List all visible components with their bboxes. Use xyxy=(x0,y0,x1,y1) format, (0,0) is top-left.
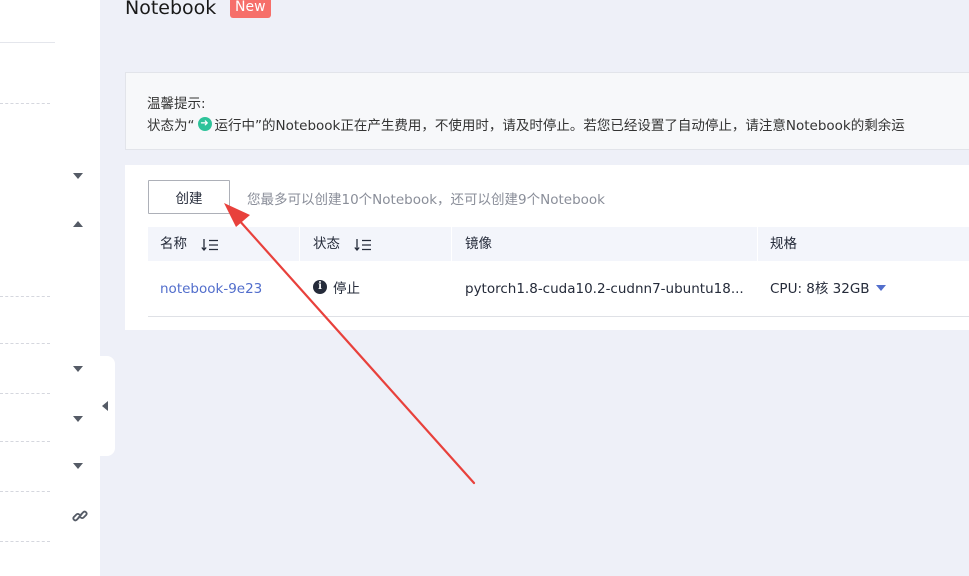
image-cell: pytorch1.8-cuda10.2-cudnn7-ubuntu18... xyxy=(465,281,744,297)
tip-text-before: 状态为“ xyxy=(147,118,195,134)
sidebar-divider xyxy=(0,541,50,542)
column-header-name: 名称 xyxy=(160,236,187,252)
spec-cell: CPU: 8核 32GB xyxy=(770,261,886,317)
sidebar-divider xyxy=(0,441,50,442)
status-text: 停止 xyxy=(333,281,360,297)
tip-text: 状态为“ ➜ 运行中 ”的Notebook正在产生费用，不使用时，请及时停止。若… xyxy=(147,114,905,134)
sidebar-divider xyxy=(0,296,50,297)
sidebar-divider xyxy=(0,103,50,104)
column-divider xyxy=(757,227,758,261)
table-header: 名称 状态 镜像 规格 xyxy=(148,227,969,261)
sidebar-divider xyxy=(0,343,50,344)
tip-text-after: ”的Notebook正在产生费用，不使用时，请及时停止。若您已经设置了自动停止，… xyxy=(255,118,905,134)
tip-title: 温馨提示: xyxy=(147,96,206,112)
column-divider xyxy=(451,227,452,261)
spec-text: CPU: 8核 32GB xyxy=(770,281,870,297)
notebook-list-card: 创建 您最多可以创建10个Notebook，还可以创建9个Notebook 名称… xyxy=(125,165,969,330)
caret-down-icon[interactable] xyxy=(875,285,886,291)
sidebar-divider xyxy=(0,42,55,43)
sidebar-divider xyxy=(0,491,50,492)
create-button[interactable]: 创建 xyxy=(148,180,230,214)
column-header-image: 镜像 xyxy=(465,236,492,252)
sidebar-expand-icon[interactable] xyxy=(73,463,83,469)
sidebar-toggle-button[interactable] xyxy=(96,356,115,456)
arrow-right-circle-icon: ➜ xyxy=(197,117,212,131)
column-header-spec: 规格 xyxy=(770,236,797,252)
new-badge: New xyxy=(230,0,271,18)
left-sidebar xyxy=(0,0,100,576)
quota-text: 您最多可以创建10个Notebook，还可以创建9个Notebook xyxy=(247,192,605,208)
sidebar-expand-icon[interactable] xyxy=(73,173,83,179)
sort-icon[interactable] xyxy=(354,238,372,252)
sidebar-collapse-icon[interactable] xyxy=(73,221,83,227)
tip-status-word: 运行中 xyxy=(214,118,256,134)
table-row: notebook-9e23 i 停止 pytorch1.8-cuda10.2-cu… xyxy=(148,261,969,317)
link-icon[interactable] xyxy=(72,508,88,524)
info-icon: i xyxy=(313,280,327,294)
chevron-left-icon xyxy=(102,401,108,411)
sidebar-expand-icon[interactable] xyxy=(73,366,83,372)
sidebar-expand-icon[interactable] xyxy=(73,416,83,422)
sort-icon[interactable] xyxy=(201,238,219,252)
column-divider xyxy=(299,227,300,261)
sidebar-divider xyxy=(0,393,50,394)
page-title: Notebook xyxy=(125,0,217,19)
notebook-name-link[interactable]: notebook-9e23 xyxy=(160,261,262,317)
tip-box: 温馨提示: 状态为“ ➜ 运行中 ”的Notebook正在产生费用，不使用时，请… xyxy=(125,72,969,150)
column-header-status: 状态 xyxy=(313,236,340,252)
status-cell: i 停止 xyxy=(313,261,360,317)
